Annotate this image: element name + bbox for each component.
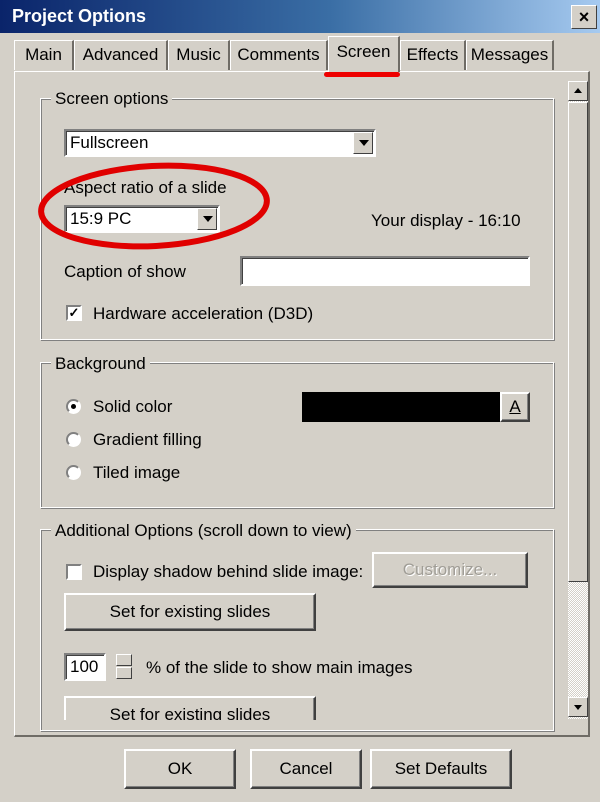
color-swatch[interactable] (302, 392, 500, 422)
radio-solid-color[interactable] (66, 399, 81, 414)
percent-input[interactable]: 100 (64, 653, 106, 681)
red-circle-annotation (38, 162, 270, 250)
ok-button[interactable]: OK (124, 749, 236, 789)
set-existing-slides-button-2-clip: Set for existing slides (64, 696, 316, 720)
percent-spinner[interactable] (116, 653, 132, 681)
tab-effects[interactable]: Effects (400, 40, 466, 70)
tab-comments[interactable]: Comments (230, 40, 328, 70)
solid-color-label: Solid color (93, 397, 173, 416)
shadow-checkbox[interactable] (66, 564, 82, 580)
scroll-up-icon[interactable] (568, 81, 588, 101)
hw-accel-label: Hardware acceleration (D3D) (93, 304, 314, 323)
shadow-label: Display shadow behind slide image: (93, 562, 364, 581)
window-title: Project Options (12, 6, 147, 26)
tab-music[interactable]: Music (168, 40, 230, 70)
close-icon: × (578, 7, 590, 27)
percent-label: % of the slide to show main images (146, 658, 413, 677)
radio-tiled-image[interactable] (66, 465, 81, 480)
screen-mode-select[interactable]: Fullscreen (64, 129, 376, 157)
display-info: Your display - 16:10 (371, 211, 521, 230)
close-button[interactable]: × (571, 5, 597, 29)
set-existing-slides-button-2[interactable]: Set for existing slides (64, 696, 316, 720)
screen-mode-value: Fullscreen (70, 133, 149, 152)
additional-options-legend: Additional Options (scroll down to view) (51, 521, 356, 541)
checkmark-icon: ✓ (68, 305, 80, 320)
spin-down-icon[interactable] (116, 667, 132, 679)
tab-main[interactable]: Main (14, 40, 74, 70)
radio-gradient-filling[interactable] (66, 432, 81, 447)
caption-label: Caption of show (64, 262, 186, 281)
customize-button[interactable]: Customize... (372, 552, 528, 588)
scrollbar-thumb[interactable] (568, 102, 588, 582)
red-underline-annotation (324, 72, 400, 77)
tiled-image-label: Tiled image (93, 463, 181, 482)
cancel-button[interactable]: Cancel (250, 749, 362, 789)
dropdown-arrow-icon[interactable] (353, 132, 373, 154)
hw-accel-checkbox[interactable]: ✓ (66, 305, 82, 321)
spin-up-icon[interactable] (116, 654, 132, 666)
tab-messages[interactable]: Messages (466, 40, 554, 70)
set-defaults-button[interactable]: Set Defaults (370, 749, 512, 789)
background-legend: Background (51, 354, 150, 374)
set-existing-slides-button[interactable]: Set for existing slides (64, 593, 316, 631)
gradient-filling-label: Gradient filling (93, 430, 202, 449)
scroll-down-icon[interactable] (568, 697, 588, 717)
screen-options-legend: Screen options (51, 89, 173, 109)
tab-advanced[interactable]: Advanced (74, 40, 168, 70)
color-picker-button[interactable]: A (500, 392, 530, 422)
tab-screen[interactable]: Screen (328, 36, 400, 72)
caption-input[interactable] (240, 256, 530, 286)
